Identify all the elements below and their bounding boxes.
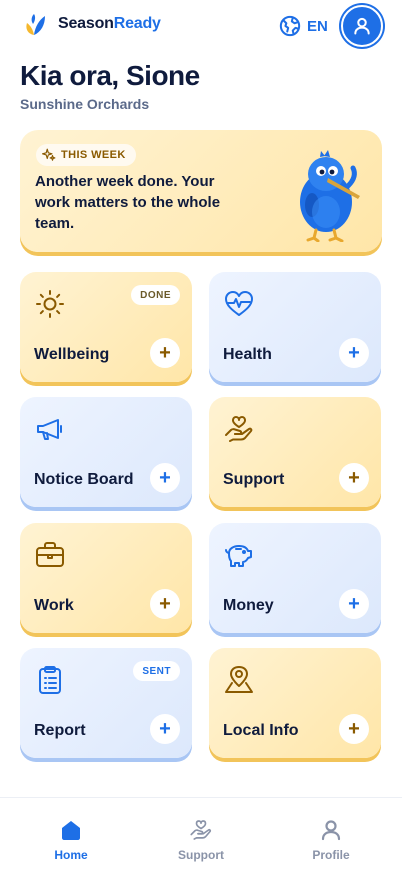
sparkle-icon — [42, 148, 56, 161]
bottom-navigation: Home Support Profile — [0, 797, 402, 874]
tile-work[interactable]: Work + — [20, 523, 192, 633]
nav-label: Profile — [312, 848, 350, 862]
nav-home[interactable]: Home — [31, 818, 111, 862]
globe-icon — [279, 15, 301, 37]
app-brand: SeasonReady — [58, 15, 161, 32]
this-week-badge: THIS WEEK — [36, 144, 136, 166]
tile-label: Money — [223, 597, 274, 614]
tile-money[interactable]: Money + — [209, 523, 381, 633]
status-badge-sent: SENT — [133, 661, 180, 681]
nav-profile[interactable]: Profile — [291, 818, 371, 862]
workplace-name: Sunshine Orchards — [20, 96, 150, 112]
top-bar: SeasonReady EN — [0, 0, 402, 52]
leaf-logo-icon — [26, 14, 45, 35]
add-button[interactable]: + — [150, 589, 180, 619]
map-pin-icon — [225, 666, 253, 693]
language-switcher[interactable]: EN — [279, 14, 328, 38]
profile-avatar-button[interactable] — [341, 5, 383, 47]
tile-label: Notice Board — [34, 471, 134, 488]
tile-label: Support — [223, 471, 285, 488]
add-button[interactable]: + — [339, 714, 369, 744]
add-button[interactable]: + — [150, 714, 180, 744]
tile-label: Wellbeing — [34, 346, 110, 363]
add-button[interactable]: + — [339, 589, 369, 619]
tile-label: Local Info — [223, 722, 299, 739]
add-button[interactable]: + — [339, 463, 369, 493]
sun-icon — [36, 290, 64, 318]
status-badge-done: DONE — [131, 285, 180, 305]
kiwi-mascot-icon — [300, 150, 360, 242]
add-button[interactable]: + — [150, 338, 180, 368]
piggy-bank-icon — [225, 545, 252, 567]
megaphone-icon — [37, 419, 62, 440]
user-icon — [321, 820, 341, 841]
page-title: Kia ora, Sione — [20, 60, 200, 91]
tile-health[interactable]: Health + — [209, 272, 381, 382]
tile-support[interactable]: Support + — [209, 397, 381, 507]
add-button[interactable]: + — [339, 338, 369, 368]
tile-label: Health — [223, 346, 272, 363]
weekly-message-card[interactable]: THIS WEEK Another week done. Your work m… — [20, 130, 382, 252]
briefcase-icon — [36, 542, 64, 567]
language-code: EN — [307, 17, 328, 35]
nav-support[interactable]: Support — [161, 818, 241, 862]
add-button[interactable]: + — [150, 463, 180, 493]
tile-label: Work — [34, 597, 74, 614]
heart-pulse-icon — [225, 291, 253, 316]
tile-report[interactable]: SENT Report + — [20, 648, 192, 758]
tile-label: Report — [34, 722, 86, 739]
hand-heart-icon — [190, 820, 212, 840]
clipboard-list-icon — [39, 666, 61, 694]
nav-label: Support — [178, 848, 224, 862]
tile-notice-board[interactable]: Notice Board + — [20, 397, 192, 507]
nav-label: Home — [54, 848, 88, 862]
hand-heart-icon — [225, 416, 253, 442]
tile-wellbeing[interactable]: DONE Wellbeing + — [20, 272, 192, 382]
weekly-message-text: Another week done. Your work matters to … — [35, 173, 221, 232]
tile-local-info[interactable]: Local Info + — [209, 648, 381, 758]
user-icon — [354, 17, 370, 35]
home-icon — [62, 821, 80, 840]
